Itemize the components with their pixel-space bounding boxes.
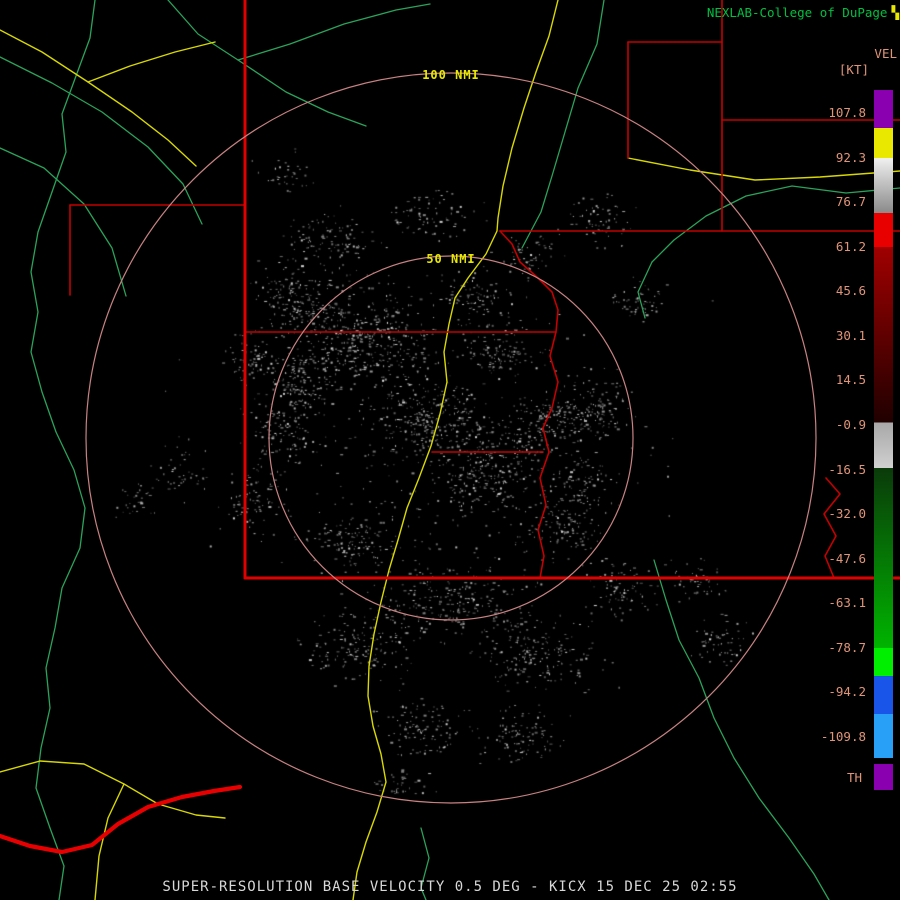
- header-brand: NEXLAB-College of DuPage ▚: [707, 5, 899, 20]
- radar-display: 100 NMI 50 NMI NEXLAB-College of DuPage ▚…: [0, 0, 900, 900]
- range-ring-label: 100 NMI: [422, 68, 480, 82]
- threshold-label: TH: [846, 770, 862, 785]
- range-ring-50-nmi: [268, 255, 634, 621]
- brand-logo-icon: ▚: [891, 5, 899, 20]
- product-caption: SUPER-RESOLUTION BASE VELOCITY 0.5 DEG -…: [162, 879, 738, 895]
- map-layer-highways: [0, 0, 900, 900]
- map-overlay: 100 NMI 50 NMI: [0, 0, 900, 900]
- colorbar-kt-label: [KT]: [838, 62, 869, 77]
- map-layer-rivers: [0, 0, 900, 900]
- map-layer-counties: [69, 0, 900, 579]
- range-ring-label: 50 NMI: [426, 252, 475, 266]
- velocity-colorbar: [874, 90, 893, 758]
- colorbar-unit-label: VEL: [874, 46, 897, 61]
- map-layer-county-boundaries-thick: [243, 0, 900, 580]
- range-ring-100-nmi: [85, 72, 817, 804]
- threshold-color-swatch: [874, 764, 893, 790]
- brand-text: NEXLAB-College of DuPage: [706, 5, 888, 20]
- map-layer-state-boundary: [0, 784, 243, 855]
